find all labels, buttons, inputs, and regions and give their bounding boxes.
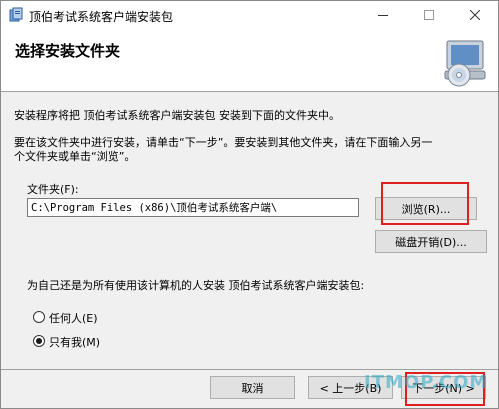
radio-everyone-label[interactable]: 任何人(E)	[49, 310, 98, 326]
installer-app-icon	[9, 7, 23, 22]
minimize-icon	[378, 15, 388, 16]
radio-everyone[interactable]	[33, 311, 45, 323]
browse-highlight-box	[381, 182, 469, 225]
maximize-icon	[424, 10, 434, 20]
folder-path-field[interactable]	[27, 198, 359, 217]
instruction-line-2: 个文件夹或单击“浏览”。	[14, 150, 136, 163]
window-title: 顶伯考试系统客户端安装包	[29, 10, 174, 24]
intro-text: 安装程序将把 顶伯考试系统客户端安装包 安装到下面的文件夹中。	[14, 109, 340, 122]
folder-path-input[interactable]	[28, 199, 358, 216]
install-for-question: 为自己还是为所有使用该计算机的人安装 顶伯考试系统客户端安装包:	[27, 279, 365, 292]
radio-just-me-label[interactable]: 只有我(M)	[49, 334, 100, 350]
installer-window: 顶伯考试系统客户端安装包 选择安装文件夹 安装程序将把 顶伯考试系统客户端安装包…	[0, 0, 499, 409]
close-button[interactable]	[452, 1, 498, 29]
disk-cost-button[interactable]: 磁盘开销(D)...	[375, 230, 487, 253]
footer-divider	[1, 369, 498, 370]
folder-label: 文件夹(F):	[27, 183, 79, 196]
radio-just-me[interactable]	[33, 335, 45, 347]
close-icon	[470, 10, 480, 20]
maximize-button[interactable]	[406, 1, 452, 29]
page-title: 选择安装文件夹	[15, 42, 121, 60]
back-button[interactable]: < 上一步(B)	[308, 376, 393, 399]
wizard-header: 选择安装文件夹	[1, 29, 498, 92]
cancel-button[interactable]: 取消	[210, 376, 295, 399]
next-highlight-box	[405, 372, 485, 406]
cd-computer-icon	[444, 40, 486, 87]
radio-selected-dot	[36, 338, 42, 344]
title-bar[interactable]: 顶伯考试系统客户端安装包	[1, 1, 498, 29]
minimize-button[interactable]	[360, 1, 406, 29]
